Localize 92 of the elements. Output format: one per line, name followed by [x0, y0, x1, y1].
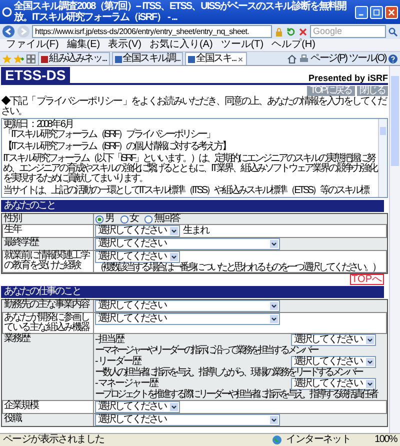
note-text: ープロジェクトを推進する際にリーダーや担当者に指示を与え、指導する統括責任者	[95, 390, 378, 400]
section-header: あなたの仕事のこと	[1, 286, 384, 298]
career-label: - マネージャー歴	[95, 379, 158, 389]
lock-icon	[274, 26, 284, 36]
radio-option[interactable]: 女	[120, 214, 138, 224]
menu-item[interactable]: ヘルプ(H)	[272, 40, 316, 50]
caret-icon	[270, 416, 278, 424]
menu-item[interactable]: 表示(V)	[108, 40, 142, 50]
radio-option[interactable]: 男	[95, 214, 114, 224]
menu-item[interactable]: 編集(E)	[66, 40, 100, 50]
page-icon	[41, 56, 48, 62]
page-menu-button[interactable]: ページ(P)	[310, 54, 347, 64]
policy-text: 【ITスキル研究フォーラム（iSRF）の個人情報に対する考え方】	[3, 142, 232, 152]
dropdown[interactable]: 選択してください	[95, 251, 180, 263]
caret-icon	[366, 380, 374, 388]
globe-icon	[272, 435, 282, 445]
status-text: ページが表示されました	[3, 435, 104, 445]
radio-button-icon[interactable]	[120, 214, 128, 224]
field-label: 役職	[2, 414, 94, 426]
browser-icon	[2, 7, 12, 17]
caret-icon	[366, 336, 374, 344]
close-icon	[388, 8, 395, 16]
radio-option[interactable]: 無回答	[144, 214, 180, 224]
policy-text: 更新日 ： 2008 年 6 月	[3, 120, 74, 130]
stop-icon[interactable]	[298, 26, 308, 36]
policy-text-area[interactable]	[1, 118, 388, 198]
caret-icon	[270, 315, 278, 323]
dropdown[interactable]: 選択してください	[291, 334, 376, 346]
policy-text: 「ITスキル研究フォーラム（iSRF）プライバシーポリシー」	[3, 130, 216, 140]
dropdown[interactable]: 選択してください	[95, 238, 280, 250]
field-label: 就業前に情報関連工学の教育を受けた経験	[2, 251, 94, 273]
note-text: （複数該当する場合は一番身についたと思われるものを一つ選択してください。）	[95, 263, 381, 273]
field-label: 最終学歴	[2, 238, 94, 250]
zoom-level[interactable]: 100%	[374, 435, 397, 445]
tab-grid-icon[interactable]	[26, 54, 36, 64]
policy-text: IT スキル研究フォーラム（以下「iSRF」といいます。）は、定期的にエンジニアのスキルの実態把握に努め、エンジニアの育成やスキルの強化に繋げるとともに、IT 業界、組込みソフトウェア業界の競争力強化を実現するために貢献してまいります。	[3, 154, 377, 184]
career-label: - リーダー歴	[95, 357, 141, 367]
menu-item[interactable]: お気に入り(A)	[149, 40, 213, 50]
field-label: 性別	[2, 214, 94, 224]
section-header: あなたのこと	[1, 200, 384, 212]
menu-item[interactable]: ファイル(F)	[6, 40, 59, 50]
logo: ETSS-DS	[1, 67, 70, 83]
policy-text: 当サイトは、上記の活動の一環としてITスキル標準（ITSS）や組込みスキル標準（ETSS）等のスキル標	[3, 186, 370, 196]
note-text: ーマネージャーやリーダーの指示に沿って業務を担当するメンバー	[95, 346, 319, 356]
scrollbar[interactable]	[378, 119, 387, 197]
print-icon[interactable]	[298, 54, 309, 64]
dropdown[interactable]: 選択してください	[95, 300, 280, 312]
browser-tab[interactable]: 全国スキ...	[185, 52, 248, 65]
field-label: 勤務先の主な事業内容	[2, 300, 94, 312]
add-favorite-icon[interactable]	[14, 54, 24, 64]
dropdown[interactable]: 選択してください	[95, 225, 180, 237]
help-icon[interactable]	[388, 54, 398, 64]
close-icon[interactable]	[237, 56, 244, 62]
caret-icon	[170, 403, 178, 411]
dropdown[interactable]: 選択してください	[95, 401, 180, 413]
back-button[interactable]	[2, 25, 15, 38]
tools-menu-button[interactable]: ツール(O)	[348, 54, 386, 64]
suffix-text: 生まれ	[183, 226, 208, 236]
instruction-text: ◆下記「 プライバシーポリシー 」をよくお読みいただき、同意の上、あなたの情報を入力をしてください。	[1, 97, 388, 117]
address-field[interactable]: https://www.isrf.jp/etss-ds/2006/entry/entry_sheet/entry_nq_sheet.	[32, 25, 272, 38]
refresh-icon[interactable]	[286, 26, 296, 36]
maximize-icon	[373, 8, 380, 16]
favorites-star-icon[interactable]	[2, 54, 12, 64]
page-scrollbar[interactable]	[389, 66, 400, 433]
dropdown[interactable]: 選択してください	[291, 378, 376, 390]
page-icon	[188, 56, 196, 62]
page-icon	[114, 56, 122, 62]
close-button[interactable]	[385, 6, 398, 18]
maximize-button[interactable]	[370, 6, 383, 18]
zone-text: インターネット	[286, 435, 351, 445]
browser-tab[interactable]: 組み込みネッ...	[38, 52, 110, 65]
presented-by-text: Presented by iSRF	[308, 73, 388, 83]
dropdown[interactable]: 選択してください	[291, 356, 376, 368]
home-icon[interactable]	[286, 54, 297, 64]
top-link[interactable]: TOPへ	[350, 274, 384, 285]
caret-icon	[270, 302, 278, 310]
field-label: 業務歴	[2, 334, 94, 400]
search-icon[interactable]	[388, 26, 398, 36]
window-title: 全国スキル調査2008（第7回）-- ITSS、ETSS、UISSがベースのスキル診断を無料開放。ITスキル研究フォーラム（iSRF） - ...	[14, 1, 348, 23]
browser-tab[interactable]: 全国スキル調...	[112, 52, 184, 65]
radio-button-icon[interactable]	[144, 214, 153, 224]
minimize-button[interactable]	[355, 6, 368, 18]
caret-icon	[270, 240, 278, 248]
radio-button-icon[interactable]	[95, 214, 104, 224]
caret-icon	[366, 358, 374, 366]
career-label: - 担当歴	[95, 335, 124, 345]
menu-item[interactable]: ツール(T)	[220, 40, 264, 50]
note-text: ー数人の担当者に指示を与え、指導しながら、現場の業務をリードするメンバー	[95, 368, 363, 378]
dropdown[interactable]: 選択してください	[95, 313, 280, 325]
dropdown[interactable]: 選択してください	[95, 414, 280, 426]
caret-icon	[170, 227, 178, 235]
caret-icon	[170, 253, 178, 261]
